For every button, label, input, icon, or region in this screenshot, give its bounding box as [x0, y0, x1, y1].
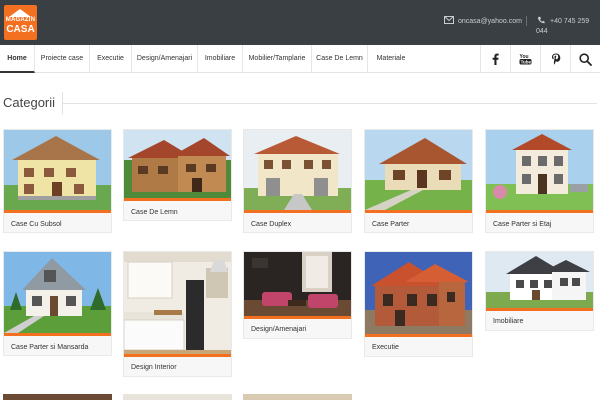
logo-line-2: CASA — [6, 24, 35, 35]
category-label: Case De Lemn — [131, 209, 178, 216]
nav-item-case-de-lemn[interactable]: Case De Lemn — [312, 45, 368, 73]
logo-line-1: MAGAZIN — [5, 17, 36, 23]
pinterest-icon — [551, 53, 560, 65]
category-label: Case Parter si Mansarda — [11, 344, 89, 351]
facebook-icon — [492, 53, 499, 65]
search-button[interactable] — [570, 45, 600, 73]
category-accent-bar — [486, 308, 593, 311]
contact-email[interactable]: oncasa@yahoo.com — [444, 16, 522, 27]
category-label: Case Parter si Etaj — [493, 221, 552, 228]
category-image — [244, 252, 351, 316]
youtube-icon: YouTube — [519, 54, 532, 65]
category-card-partial[interactable] — [243, 394, 352, 400]
site-logo[interactable]: MAGAZIN CASA — [4, 5, 37, 40]
category-accent-bar — [4, 210, 111, 213]
category-label: Case Cu Subsol — [11, 221, 62, 228]
category-card-case-de-lemn[interactable]: Case De Lemn — [123, 129, 232, 221]
category-accent-bar — [244, 316, 351, 319]
nav-item-mobilier-tamplarie[interactable]: Mobilier/Tamplarie — [243, 45, 312, 73]
category-card-executie[interactable]: Executie — [364, 251, 473, 357]
category-accent-bar — [124, 198, 231, 201]
category-card-design-interior[interactable]: Design Interior — [123, 251, 232, 377]
category-card-case-cu-subsol[interactable]: Case Cu Subsol — [3, 129, 112, 233]
category-card-case-parter-si-mansarda[interactable]: Case Parter si Mansarda — [3, 251, 112, 356]
category-label: Case Duplex — [251, 221, 292, 228]
category-label: Executie — [372, 344, 399, 351]
top-bar: MAGAZIN CASA oncasa@yahoo.com +40 745 25… — [0, 0, 600, 45]
category-accent-bar — [365, 334, 472, 337]
contact-phone[interactable]: +40 745 259 044 — [536, 16, 600, 37]
category-card-case-duplex[interactable]: Case Duplex — [243, 129, 352, 233]
nav-item-imobiliare[interactable]: Imobiliare — [198, 45, 243, 73]
category-image — [486, 252, 593, 308]
facebook-button[interactable] — [480, 45, 510, 73]
category-image — [124, 130, 231, 198]
category-label: Design/Amenajari — [251, 326, 307, 333]
nav-item-executie[interactable]: Executie — [90, 45, 132, 73]
category-card-partial[interactable] — [123, 394, 232, 400]
main-nav: Home Proiecte case Executie Design/Amena… — [0, 45, 600, 73]
category-accent-bar — [244, 210, 351, 213]
contact-separator — [526, 16, 527, 26]
category-card-partial[interactable] — [3, 394, 112, 400]
category-accent-bar — [486, 210, 593, 213]
logo-roof-shape — [9, 9, 31, 17]
category-card-case-parter-si-etaj[interactable]: Case Parter si Etaj — [485, 129, 594, 233]
category-card-design-amenajari[interactable]: Design/Amenajari — [243, 251, 352, 339]
nav-item-design-amenajari[interactable]: Design/Amenajari — [132, 45, 198, 73]
contact-email-text: oncasa@yahoo.com — [458, 18, 522, 25]
category-label: Design Interior — [131, 364, 177, 371]
category-image — [365, 130, 472, 210]
category-card-imobiliare[interactable]: Imobiliare — [485, 251, 594, 331]
category-image — [244, 130, 351, 210]
category-label: Case Parter — [372, 221, 410, 228]
category-image — [365, 252, 472, 334]
nav-item-proiecte-case[interactable]: Proiecte case — [35, 45, 90, 73]
category-accent-bar — [365, 210, 472, 213]
youtube-button[interactable]: You Tube — [510, 45, 540, 73]
category-image — [4, 252, 111, 333]
heading-divider-horizontal — [62, 103, 597, 104]
category-image — [124, 252, 231, 354]
envelope-icon — [444, 16, 454, 24]
phone-icon — [537, 16, 545, 24]
section-title: Categorii — [3, 95, 56, 110]
category-image — [4, 130, 111, 210]
pinterest-button[interactable] — [540, 45, 570, 73]
search-icon — [579, 52, 592, 66]
category-card-case-parter[interactable]: Case Parter — [364, 129, 473, 233]
svg-text:Tube: Tube — [521, 60, 532, 65]
category-accent-bar — [124, 354, 231, 357]
category-image — [486, 130, 593, 210]
nav-item-home[interactable]: Home — [0, 45, 35, 73]
category-label: Imobiliare — [493, 318, 524, 325]
category-accent-bar — [4, 333, 111, 336]
nav-item-materiale[interactable]: Materiale — [368, 45, 414, 73]
